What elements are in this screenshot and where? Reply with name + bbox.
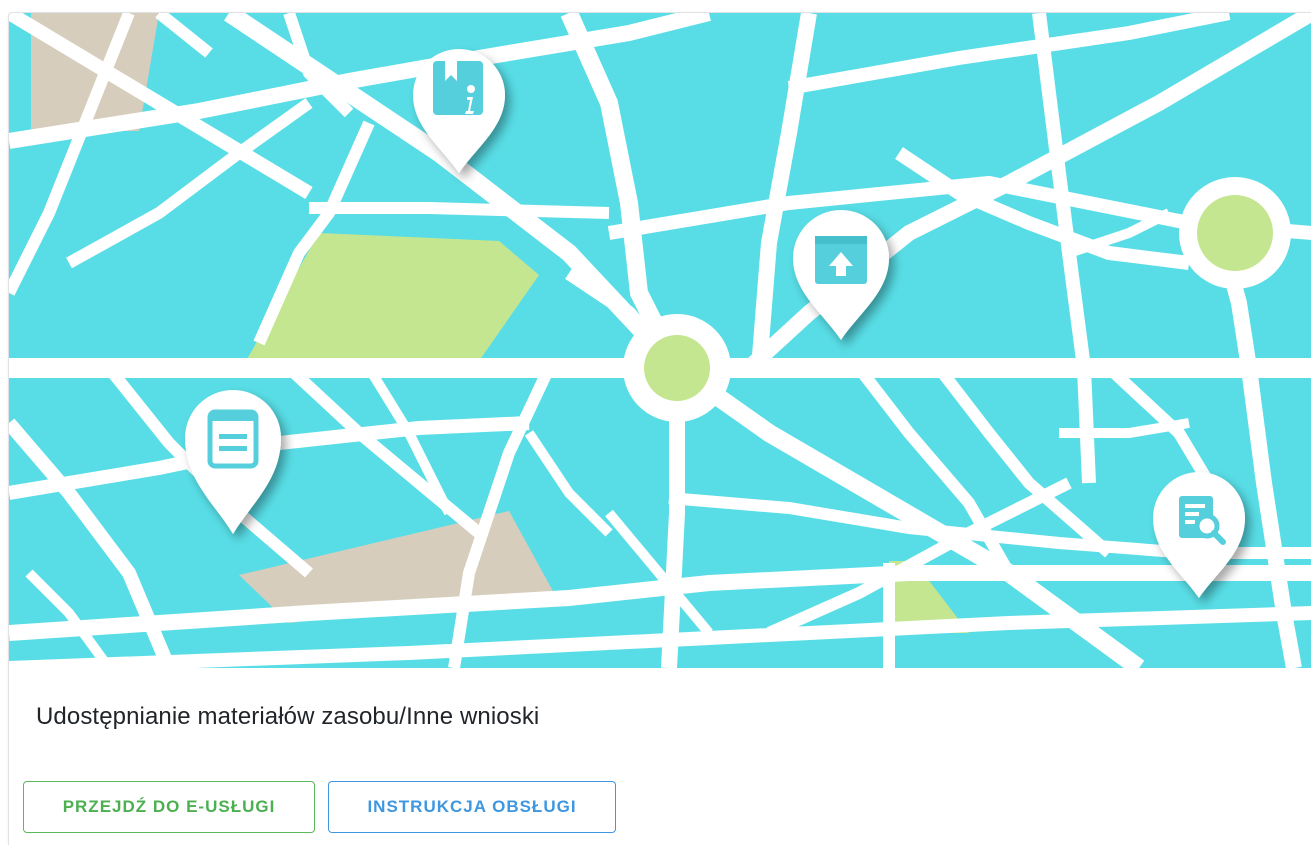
user-manual-button[interactable]: INSTRUKCJA OBSŁUGI <box>328 781 616 833</box>
city-map-illustration <box>9 13 1311 668</box>
service-card: Udostępnianie materiałów zasobu/Inne wni… <box>8 12 1311 845</box>
card-title: Udostępnianie materiałów zasobu/Inne wni… <box>36 703 540 730</box>
go-to-eservice-button[interactable]: PRZEJDŹ DO E-USŁUGI <box>23 781 315 833</box>
